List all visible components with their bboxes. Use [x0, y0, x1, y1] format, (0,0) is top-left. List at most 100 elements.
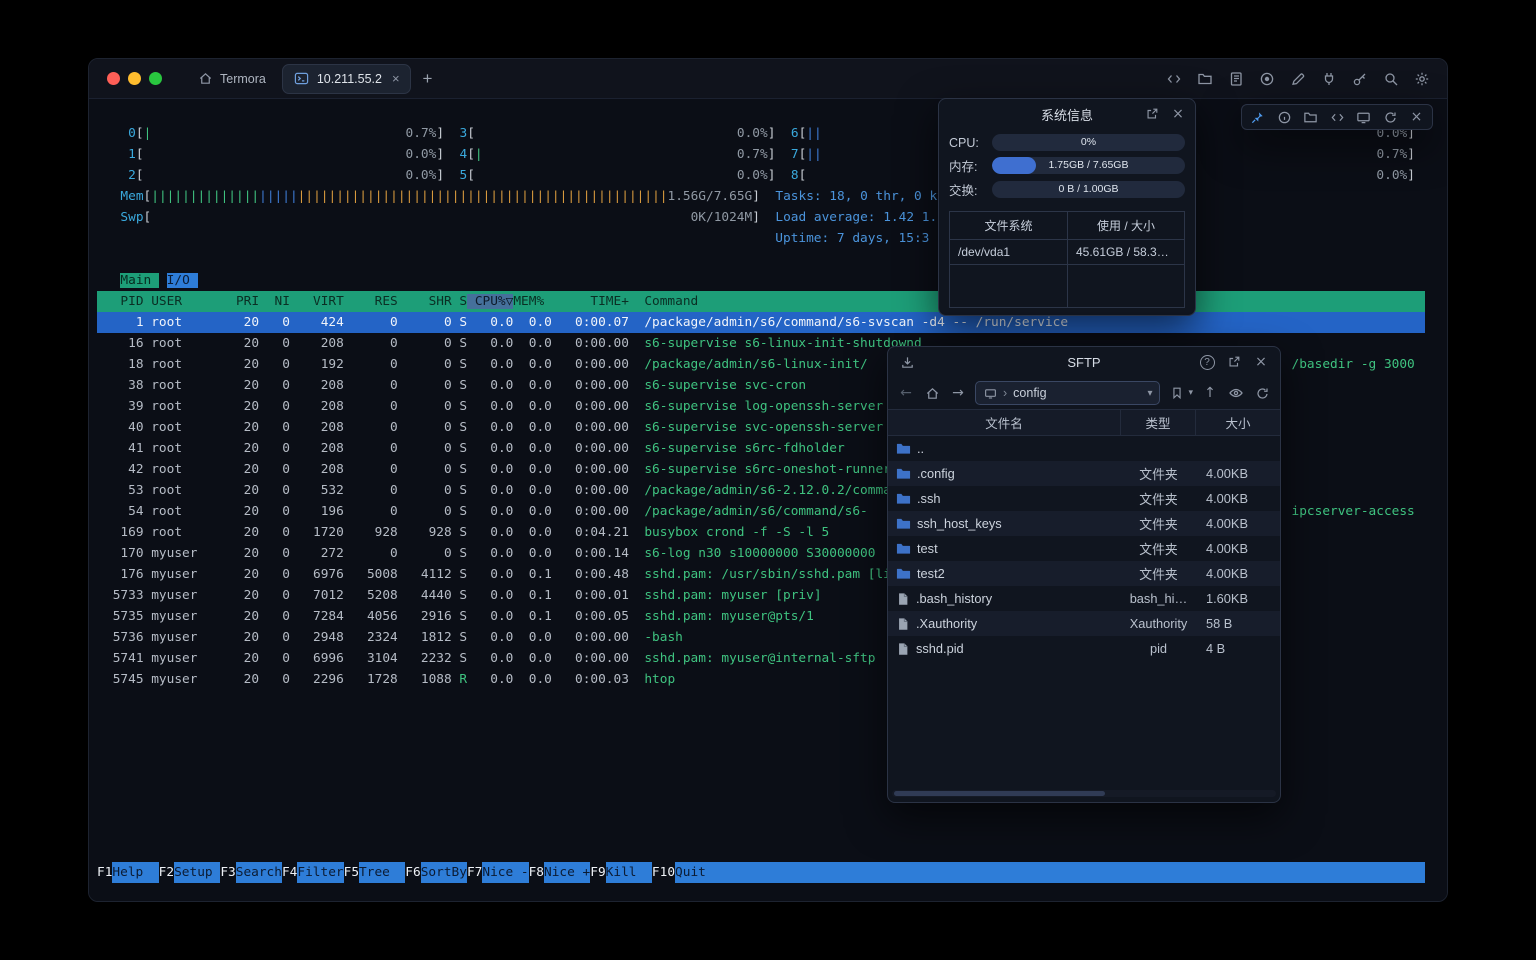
open-in-window-icon[interactable]	[1225, 353, 1243, 371]
close-panel-icon[interactable]: ×	[1169, 105, 1187, 123]
refresh-button[interactable]	[1253, 384, 1271, 402]
fkey-label[interactable]: SortBy	[421, 862, 467, 883]
process-state: S	[459, 630, 467, 645]
fkey-f2[interactable]: F2	[159, 862, 174, 883]
bookmark-button[interactable]: ▾	[1168, 384, 1193, 402]
refresh-icon[interactable]	[1382, 109, 1399, 126]
fkey-label[interactable]: Setup	[174, 862, 220, 883]
memory-label: 内存:	[949, 156, 985, 175]
fkey-f5[interactable]: F5	[344, 862, 359, 883]
sftp-file-row[interactable]: ..	[888, 436, 1280, 461]
folder-icon[interactable]	[1196, 70, 1214, 88]
file-name: test2	[917, 566, 945, 581]
info-icon[interactable]	[1276, 109, 1293, 126]
key-icon[interactable]	[1351, 70, 1369, 88]
sftp-file-row[interactable]: ssh_host_keys文件夹4.00KB	[888, 511, 1280, 536]
process-fields: 18 root 20 0 192 0 0	[105, 357, 459, 372]
horizontal-scrollbar[interactable]	[892, 790, 1276, 797]
chevron-down-icon[interactable]: ▾	[1147, 388, 1152, 399]
fkey-f1[interactable]: F1	[97, 862, 112, 883]
file-size: 1.60KB	[1196, 586, 1280, 611]
sftp-panel: SFTP ? × ← → › config ▾ ▾ ↑	[887, 346, 1281, 803]
path-breadcrumb[interactable]: › config ▾	[975, 381, 1160, 405]
bookmark-icon	[1168, 384, 1186, 402]
edit-icon[interactable]	[1289, 70, 1307, 88]
close-icon[interactable]: ×	[1408, 109, 1425, 126]
sftp-file-row[interactable]: sshd.pidpid4 B	[888, 636, 1280, 661]
home-button[interactable]	[923, 384, 941, 402]
sftp-file-row[interactable]: .config文件夹4.00KB	[888, 461, 1280, 486]
screen-icon[interactable]	[1355, 109, 1372, 126]
close-panel-icon[interactable]: ×	[1252, 353, 1270, 371]
fkey-label[interactable]: Filter	[297, 862, 343, 883]
folder-icon[interactable]	[1302, 109, 1319, 126]
process-fields: 53 root 20 0 532 0 0	[105, 483, 459, 498]
fkey-f7[interactable]: F7	[467, 862, 482, 883]
quick-toolbar: ×	[1241, 104, 1433, 130]
fkey-f4[interactable]: F4	[282, 862, 297, 883]
process-command: s6-supervise svc-openssh-server	[644, 420, 883, 435]
window-controls	[89, 72, 162, 85]
fkey-label[interactable]: Search	[236, 862, 282, 883]
search-icon[interactable]	[1382, 70, 1400, 88]
code-icon[interactable]	[1165, 70, 1183, 88]
breadcrumb-separator: ›	[1003, 386, 1007, 400]
code-icon[interactable]	[1329, 109, 1346, 126]
process-row[interactable]: 1 root 20 0 424 0 0 S 0.0 0.0 0:00.07 /p…	[97, 312, 1425, 333]
process-state: S	[459, 315, 467, 330]
fkey-label[interactable]: Tree	[359, 862, 405, 883]
system-info-header: 系统信息 ×	[939, 99, 1195, 129]
htop-screen-main[interactable]: Main	[120, 273, 159, 288]
help-icon[interactable]: ?	[1198, 353, 1216, 371]
process-fields: 176 myuser 20 0 6976 5008 4112	[105, 567, 459, 582]
scrollbar-thumb[interactable]	[894, 791, 1105, 796]
tab-session[interactable]: 10.211.55.2 ×	[282, 64, 411, 94]
fkey-label[interactable]: Nice +	[544, 862, 590, 883]
open-in-window-icon[interactable]	[1143, 105, 1161, 123]
file-size: 4.00KB	[1196, 511, 1280, 536]
fkey-f6[interactable]: F6	[405, 862, 420, 883]
fkey-label[interactable]: Help	[112, 862, 158, 883]
fkey-label[interactable]: Kill	[606, 862, 652, 883]
zoom-window-button[interactable]	[149, 72, 162, 85]
tab-termora[interactable]: Termora	[186, 64, 276, 94]
fkey-f3[interactable]: F3	[220, 862, 235, 883]
chevron-down-icon: ▾	[1188, 389, 1193, 398]
up-directory-button[interactable]: ↑	[1201, 384, 1219, 402]
col-type[interactable]: 类型	[1121, 410, 1196, 435]
show-hidden-button[interactable]	[1227, 384, 1245, 402]
close-tab-icon[interactable]: ×	[392, 71, 400, 86]
back-button[interactable]: ←	[897, 384, 915, 402]
settings-icon[interactable]	[1413, 70, 1431, 88]
fkey-label[interactable]: Quit	[675, 862, 721, 883]
titlebar: Termora 10.211.55.2 × +	[89, 59, 1447, 99]
notebook-icon[interactable]	[1227, 70, 1245, 88]
process-fields: 5733 myuser 20 0 7012 5208 4440	[105, 588, 459, 603]
file-icon	[896, 592, 910, 606]
plug-icon[interactable]	[1320, 70, 1338, 88]
fkey-label[interactable]: Nice -	[482, 862, 528, 883]
htop-screen-io[interactable]: I/O	[167, 273, 198, 288]
fkey-f8[interactable]: F8	[529, 862, 544, 883]
fkey-f9[interactable]: F9	[590, 862, 605, 883]
forward-button[interactable]: →	[949, 384, 967, 402]
pin-icon[interactable]	[1249, 109, 1266, 126]
system-info-panel: 系统信息 × CPU: 0% 内存: 1.75GB / 7.65GB 交换: 0…	[938, 98, 1196, 316]
fkey-f10[interactable]: F10	[652, 862, 675, 883]
record-icon[interactable]	[1258, 70, 1276, 88]
col-filename[interactable]: 文件名	[888, 410, 1121, 435]
sftp-file-row[interactable]: test2文件夹4.00KB	[888, 561, 1280, 586]
col-size[interactable]: 大小	[1196, 410, 1280, 435]
minimize-window-button[interactable]	[128, 72, 141, 85]
sftp-file-row[interactable]: .XauthorityXauthority58 B	[888, 611, 1280, 636]
close-window-button[interactable]	[107, 72, 120, 85]
file-name: .Xauthority	[916, 616, 977, 631]
sftp-file-row[interactable]: .ssh文件夹4.00KB	[888, 486, 1280, 511]
download-icon[interactable]	[898, 353, 916, 371]
sftp-file-row[interactable]: .bash_historybash_hi…1.60KB	[888, 586, 1280, 611]
sort-column-cpu[interactable]: CPU%▽	[467, 294, 513, 309]
process-table-header[interactable]: PID USER PRI NI VIRT RES SHR S CPU%▽MEM%…	[97, 291, 1425, 312]
sftp-file-row[interactable]: test文件夹4.00KB	[888, 536, 1280, 561]
process-command: s6-supervise s6rc-oneshot-runner	[644, 462, 891, 477]
new-tab-button[interactable]: +	[423, 69, 433, 89]
